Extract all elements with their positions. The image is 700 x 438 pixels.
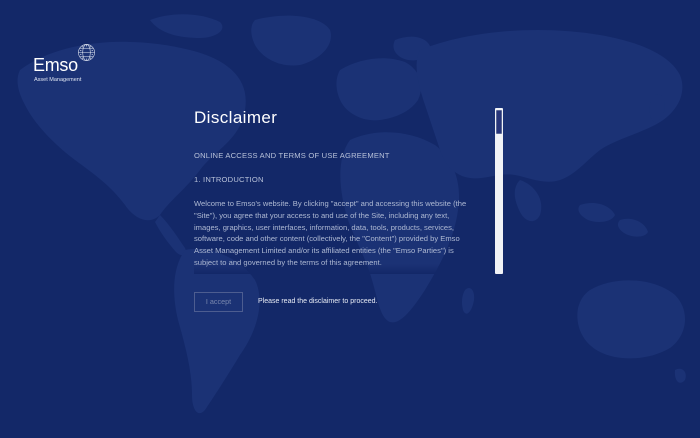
disclaimer-scrollbar[interactable] bbox=[495, 108, 503, 274]
scrollbar-thumb[interactable] bbox=[496, 110, 502, 134]
disclaimer-subtitle: ONLINE ACCESS AND TERMS OF USE AGREEMENT bbox=[194, 151, 390, 160]
globe-dots-icon bbox=[78, 44, 95, 61]
accept-button[interactable]: I accept bbox=[194, 292, 243, 312]
page-title: Disclaimer bbox=[194, 108, 278, 127]
scroll-fade bbox=[194, 264, 474, 274]
brand-name: Emso bbox=[33, 55, 78, 75]
disclaimer-scroll-area[interactable]: ONLINE ACCESS AND TERMS OF USE AGREEMENT… bbox=[194, 148, 474, 274]
brand-tagline: Asset Management bbox=[34, 77, 82, 83]
section-heading: 1. INTRODUCTION bbox=[194, 175, 264, 184]
brand-logo[interactable]: Emso Asset Management bbox=[33, 43, 113, 87]
proceed-notice: Please read the disclaimer to proceed. bbox=[258, 298, 378, 305]
disclaimer-body: Welcome to Emso's website. By clicking "… bbox=[194, 199, 467, 267]
